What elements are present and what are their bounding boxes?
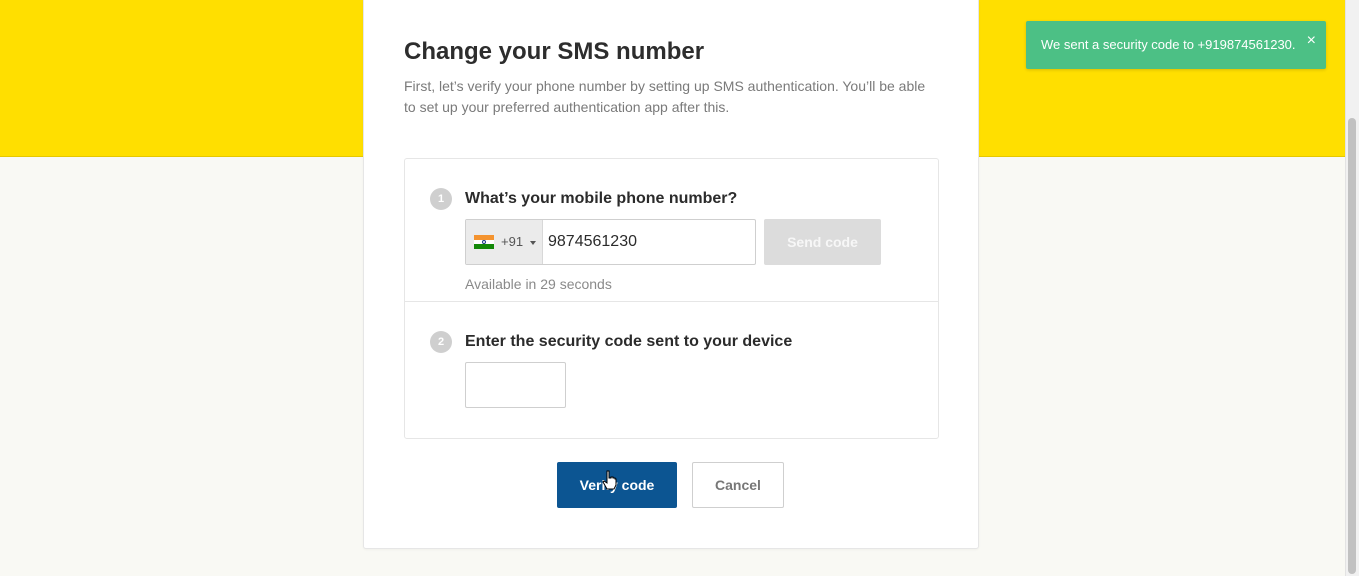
page-title: Change your SMS number — [404, 38, 705, 65]
send-code-button[interactable]: Send code — [764, 219, 881, 265]
step-divider — [405, 301, 938, 302]
steps-panel: 1 What’s your mobile phone number? +91 9… — [404, 158, 939, 439]
intro-text: First, let’s verify your phone number by… — [404, 78, 926, 115]
phone-number-input[interactable]: 9874561230 — [548, 233, 637, 251]
notification-toast: We sent a security code to +919874561230… — [1026, 21, 1326, 69]
step-2-badge: 2 — [430, 331, 452, 353]
phone-number-field: +91 9874561230 — [465, 219, 756, 265]
close-icon[interactable]: × — [1307, 33, 1316, 49]
scrollbar-thumb[interactable] — [1348, 118, 1356, 574]
country-dial-code: +91 — [501, 234, 524, 249]
india-flag-icon — [474, 235, 494, 249]
step-1-title: What’s your mobile phone number? — [465, 190, 738, 207]
cancel-button[interactable]: Cancel — [692, 462, 784, 508]
dropdown-caret-icon — [530, 241, 536, 245]
country-code-select[interactable]: +91 — [466, 220, 543, 264]
resend-availability-text: Available in 29 seconds — [465, 276, 612, 292]
page-scrollbar[interactable] — [1345, 0, 1359, 576]
step-1-badge: 1 — [430, 188, 452, 210]
pointer-cursor-icon — [602, 470, 617, 490]
security-code-input[interactable] — [465, 362, 566, 408]
step-2-title: Enter the security code sent to your dev… — [465, 333, 793, 350]
toast-message: We sent a security code to +919874561230… — [1041, 37, 1296, 52]
sms-setup-card: Change your SMS number First, let’s veri… — [363, 0, 979, 549]
